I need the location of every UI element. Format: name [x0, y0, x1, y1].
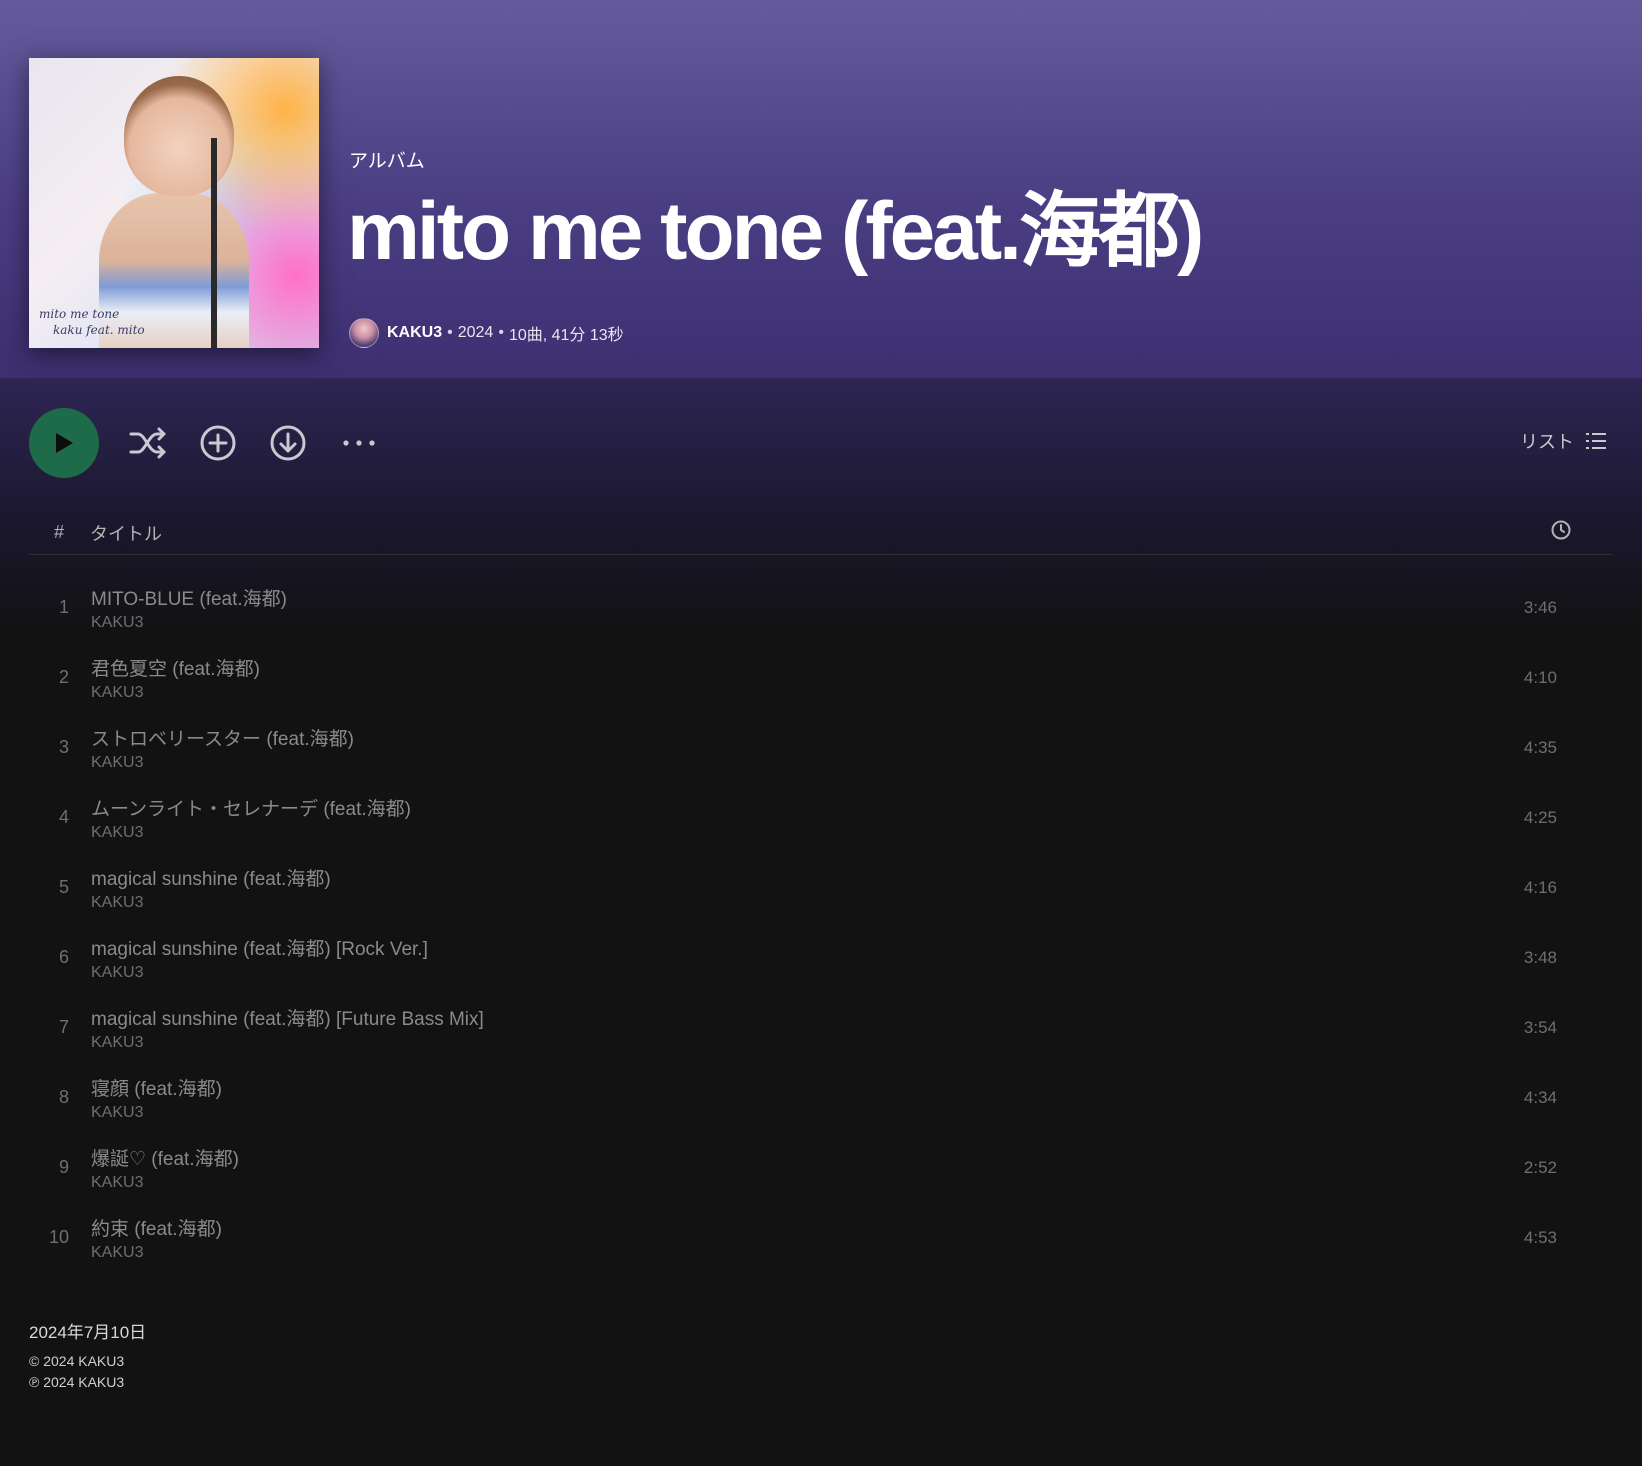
- track-title-header: タイトル: [90, 524, 162, 544]
- duration-header: [1551, 520, 1571, 545]
- track-title[interactable]: 約束 (feat.海都): [91, 1214, 222, 1241]
- track-title[interactable]: 爆誕♡ (feat.海都): [91, 1144, 239, 1171]
- track-duration: 4:34: [1523, 1088, 1557, 1107]
- track-number: 6: [58, 947, 69, 967]
- cover-text-line2: kaku feat. mito: [53, 323, 145, 337]
- album-header: mito me tone kaku feat. mito アルバム mito m…: [0, 0, 1642, 378]
- cover-lettering: mito me tone kaku feat. mito: [39, 306, 145, 338]
- track-row[interactable]: 10 約束 (feat.海都) KAKU3 4:53: [29, 1204, 1613, 1274]
- add-circle-icon: [200, 425, 236, 461]
- album-type-label: アルバム: [349, 151, 425, 172]
- track-row[interactable]: 5 magical sunshine (feat.海都) KAKU3 4:16: [29, 854, 1613, 924]
- list-icon: [1586, 433, 1606, 449]
- track-row[interactable]: 1 MITO-BLUE (feat.海都) KAKU3 3:46: [29, 574, 1613, 644]
- track-row[interactable]: 4 ムーンライト・セレナーデ (feat.海都) KAKU3 4:25: [29, 784, 1613, 854]
- shuffle-icon: [129, 427, 166, 459]
- artist-link[interactable]: KAKU3: [387, 324, 442, 342]
- album-footer: 2024年7月10日 © 2024 KAKU3 ℗ 2024 KAKU3: [29, 1318, 146, 1393]
- shuffle-button[interactable]: [129, 424, 167, 462]
- page-title: mito me tone (feat.海都): [347, 186, 1204, 277]
- track-title[interactable]: magical sunshine (feat.海都) [Future Bass …: [91, 1004, 484, 1031]
- track-artist[interactable]: KAKU3: [91, 684, 143, 702]
- track-table-header: # タイトル: [29, 508, 1613, 555]
- cover-mic-stand: [211, 138, 217, 348]
- album-cover[interactable]: mito me tone kaku feat. mito: [29, 58, 319, 348]
- download-button[interactable]: [269, 424, 307, 462]
- track-number: 9: [58, 1157, 69, 1177]
- separator-dot: •: [498, 324, 504, 341]
- track-number: 4: [58, 807, 69, 827]
- track-duration: 3:46: [1523, 598, 1557, 617]
- clock-icon: [1551, 520, 1571, 540]
- track-title[interactable]: magical sunshine (feat.海都) [Rock Ver.]: [91, 934, 428, 961]
- track-artist[interactable]: KAKU3: [91, 754, 143, 772]
- track-row[interactable]: 7 magical sunshine (feat.海都) [Future Bas…: [29, 994, 1613, 1064]
- track-duration: 3:54: [1523, 1018, 1557, 1037]
- track-artist[interactable]: KAKU3: [91, 1174, 143, 1192]
- track-number: 8: [58, 1087, 69, 1107]
- track-row[interactable]: 2 君色夏空 (feat.海都) KAKU3 4:10: [29, 644, 1613, 714]
- track-row[interactable]: 3 ストロベリースター (feat.海都) KAKU3 4:35: [29, 714, 1613, 784]
- track-duration: 2:52: [1523, 1158, 1557, 1177]
- track-title[interactable]: MITO-BLUE (feat.海都): [91, 584, 287, 611]
- track-duration: 4:10: [1523, 668, 1557, 687]
- copyright-notice: © 2024 KAKU3: [29, 1353, 125, 1369]
- download-icon: [270, 425, 306, 461]
- album-meta: KAKU3 • 2024 • 10曲, 41分 13秒: [349, 318, 624, 348]
- track-duration: 4:53: [1523, 1228, 1557, 1247]
- view-mode-toggle[interactable]: リスト: [1520, 428, 1606, 454]
- track-duration: 4:16: [1523, 878, 1557, 897]
- track-number: 3: [58, 737, 69, 757]
- track-row[interactable]: 6 magical sunshine (feat.海都) [Rock Ver.]…: [29, 924, 1613, 994]
- track-title[interactable]: magical sunshine (feat.海都): [91, 864, 331, 891]
- track-row[interactable]: 9 爆誕♡ (feat.海都) KAKU3 2:52: [29, 1134, 1613, 1204]
- track-artist[interactable]: KAKU3: [91, 964, 143, 982]
- track-artist[interactable]: KAKU3: [91, 1034, 143, 1052]
- track-row[interactable]: 8 寝顔 (feat.海都) KAKU3 4:34: [29, 1064, 1613, 1134]
- track-number: 5: [58, 877, 69, 897]
- track-artist[interactable]: KAKU3: [91, 894, 143, 912]
- track-duration: 3:48: [1523, 948, 1557, 967]
- phonogram-notice: ℗ 2024 KAKU3: [29, 1374, 125, 1390]
- track-artist[interactable]: KAKU3: [91, 1104, 143, 1122]
- track-duration: 4:35: [1523, 738, 1557, 757]
- track-duration: 4:25: [1523, 808, 1557, 827]
- more-options-button[interactable]: [340, 424, 378, 462]
- track-number-header: #: [54, 522, 65, 542]
- track-number: 7: [58, 1017, 69, 1037]
- add-to-library-button[interactable]: [199, 424, 237, 462]
- track-artist[interactable]: KAKU3: [91, 824, 143, 842]
- track-number: 1: [58, 597, 69, 617]
- cover-text-line1: mito me tone: [39, 307, 120, 321]
- track-number: 2: [58, 667, 69, 687]
- track-list: 1 MITO-BLUE (feat.海都) KAKU3 3:46 2 君色夏空 …: [29, 574, 1613, 1274]
- separator-dot: •: [447, 324, 453, 341]
- release-date: 2024年7月10日: [29, 1323, 147, 1342]
- track-number: 10: [48, 1227, 69, 1247]
- play-button[interactable]: [29, 408, 99, 478]
- view-mode-label: リスト: [1520, 432, 1574, 452]
- cover-figure-head: [124, 76, 234, 196]
- track-title[interactable]: ストロベリースター (feat.海都): [91, 724, 354, 751]
- track-title[interactable]: 寝顔 (feat.海都): [91, 1074, 222, 1101]
- track-artist[interactable]: KAKU3: [91, 1244, 143, 1262]
- track-artist[interactable]: KAKU3: [91, 614, 143, 632]
- track-title[interactable]: 君色夏空 (feat.海都): [91, 654, 260, 681]
- track-title[interactable]: ムーンライト・セレナーデ (feat.海都): [91, 794, 411, 821]
- album-summary: 10曲, 41分 13秒: [508, 327, 624, 344]
- more-icon: [343, 440, 375, 446]
- artist-avatar[interactable]: [349, 318, 379, 348]
- album-year: 2024: [457, 324, 494, 341]
- play-icon: [56, 433, 73, 453]
